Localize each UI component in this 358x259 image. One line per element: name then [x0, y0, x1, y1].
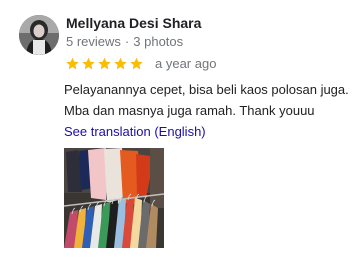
star-icon [66, 57, 79, 69]
reviewer-avatar[interactable] [19, 15, 59, 55]
star-icon [114, 57, 127, 69]
star-rating [65, 56, 145, 71]
star-icon [98, 57, 111, 69]
review-date: a year ago [155, 55, 217, 71]
reviewer-meta: 5 reviews · 3 photos [66, 34, 183, 49]
photos-count: 3 photos [133, 34, 184, 49]
see-translation-link[interactable]: See translation (English) [64, 124, 206, 140]
clothing-rack-photo-icon [64, 148, 164, 248]
review-text-line-1: Pelayanannya cepet, bisa beli kaos polos… [64, 82, 349, 97]
review-photo[interactable] [64, 148, 164, 248]
reviewer-name[interactable]: Mellyana Desi Shara [66, 15, 201, 31]
star-icon [130, 57, 143, 69]
avatar-image-icon [19, 15, 59, 55]
meta-separator: · [124, 34, 130, 49]
star-icon [82, 57, 95, 69]
review-text: Pelayanannya cepet, bisa beli kaos polos… [64, 79, 358, 121]
reviews-count: 5 reviews [66, 34, 121, 49]
review-text-line-2: Mba dan masnya juga ramah. Thank youuu [64, 103, 315, 118]
review-card: Mellyana Desi Shara 5 reviews · 3 photos a… [0, 0, 358, 259]
rating-row: a year ago [65, 54, 216, 72]
